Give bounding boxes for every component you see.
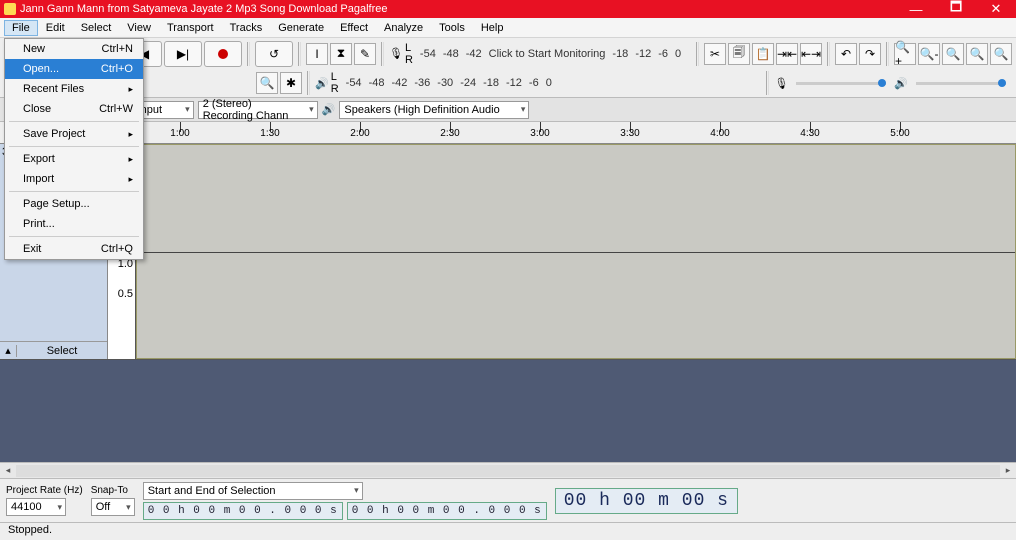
audio-position-time[interactable]: 00 h 00 m 00 s	[555, 488, 738, 514]
record-button[interactable]	[204, 41, 242, 67]
selection-tool[interactable]: I	[306, 43, 328, 65]
skip-end-button[interactable]: ▶|	[164, 41, 202, 67]
menu-tracks[interactable]: Tracks	[222, 20, 271, 36]
file-menu-open-[interactable]: Open...Ctrl+O	[5, 59, 143, 79]
menu-bar: FileEditSelectViewTransportTracksGenerat…	[0, 18, 1016, 38]
rec-vol-icon: 🎙	[774, 77, 788, 90]
trim-button[interactable]: ⇥⇤	[776, 43, 798, 65]
file-menu-new[interactable]: NewCtrl+N	[5, 39, 143, 59]
fit-project-button[interactable]: 🔍	[966, 43, 988, 65]
status-bar: Stopped.	[0, 522, 1016, 540]
h-scrollbar[interactable]: ◂▸	[0, 462, 1016, 478]
record-meter[interactable]: -54-48-42Click to Start Monitoring-18-12…	[417, 48, 691, 60]
project-rate-label: Project Rate (Hz)	[6, 485, 83, 496]
track-area: 32-bit float ▴ Select 1.00.50.0-0.5-1.01…	[0, 144, 1016, 360]
menu-tools[interactable]: Tools	[431, 20, 473, 36]
loop-button[interactable]: ↺	[255, 41, 293, 67]
speaker-icon: 🔊	[315, 77, 329, 90]
menu-analyze[interactable]: Analyze	[376, 20, 431, 36]
record-volume-slider[interactable]	[796, 82, 886, 85]
menu-effect[interactable]: Effect	[332, 20, 376, 36]
copy-button[interactable]: 🗐	[728, 43, 750, 65]
cut-button[interactable]: ✂	[704, 43, 726, 65]
maximize-button[interactable]: 🗖	[936, 0, 976, 18]
selection-bar: Project Rate (Hz) 44100 Snap-To Off Star…	[0, 478, 1016, 522]
app-icon	[4, 3, 16, 15]
record-channels-select[interactable]: 2 (Stereo) Recording Chann	[198, 101, 318, 119]
file-menu-close[interactable]: CloseCtrl+W	[5, 99, 143, 119]
play-device-icon: 🔊	[322, 103, 336, 116]
window-controls: — 🗖 ✕	[896, 0, 1016, 18]
fit-selection-button[interactable]: 🔍	[942, 43, 964, 65]
playback-volume-slider[interactable]	[916, 82, 1006, 85]
device-bar: 🔊 osoft Sound Mapper - Input 2 (Stereo) …	[0, 98, 1016, 122]
menu-view[interactable]: View	[119, 20, 159, 36]
timeline-ruler[interactable]: 301:001:302:002:303:003:304:004:305:00	[0, 122, 1016, 144]
selection-start-time[interactable]: 0 0 h 0 0 m 0 0 . 0 0 0 s	[143, 502, 343, 520]
undo-button[interactable]: ↶	[835, 43, 857, 65]
file-menu-dropdown: NewCtrl+NOpen...Ctrl+ORecent FilesCloseC…	[4, 38, 144, 260]
play-meter[interactable]: -54-48-42-36-30-24-18-12-60	[343, 77, 762, 89]
menu-select[interactable]: Select	[73, 20, 120, 36]
menu-help[interactable]: Help	[473, 20, 512, 36]
multi-tool[interactable]: ✱	[280, 72, 302, 94]
empty-track-area	[0, 360, 1016, 462]
mic-icon: 🎙	[389, 47, 403, 60]
file-menu-print-[interactable]: Print...	[5, 214, 143, 234]
snap-to-select[interactable]: Off	[91, 498, 135, 516]
zoom-tool[interactable]: 🔍	[256, 72, 278, 94]
file-menu-export[interactable]: Export	[5, 149, 143, 169]
menu-transport[interactable]: Transport	[159, 20, 222, 36]
zoom-toggle-button[interactable]: 🔍	[990, 43, 1012, 65]
silence-button[interactable]: ⇤⇥	[800, 43, 822, 65]
play-device-select[interactable]: Speakers (High Definition Audio	[339, 101, 529, 119]
file-menu-import[interactable]: Import	[5, 169, 143, 189]
toolbar-area: ❚❚ ▶ ■ |◀ ▶| ↺ I ⧗ ✎ 🎙 LR -54-48-42Click…	[0, 38, 1016, 98]
menu-file[interactable]: File	[4, 20, 38, 36]
selection-mode-select[interactable]: Start and End of Selection	[143, 482, 363, 500]
snap-to-label: Snap-To	[91, 485, 135, 496]
paste-button[interactable]: 📋	[752, 43, 774, 65]
title-bar: Jann Gann Mann from Satyameva Jayate 2 M…	[0, 0, 1016, 18]
track-collapse-button[interactable]: ▴	[0, 344, 16, 357]
file-menu-recent-files[interactable]: Recent Files	[5, 79, 143, 99]
envelope-tool[interactable]: ⧗	[330, 43, 352, 65]
file-menu-save-project[interactable]: Save Project	[5, 124, 143, 144]
file-menu-exit[interactable]: ExitCtrl+Q	[5, 239, 143, 259]
project-rate-select[interactable]: 44100	[6, 498, 66, 516]
close-button[interactable]: ✕	[976, 0, 1016, 18]
selection-end-time[interactable]: 0 0 h 0 0 m 0 0 . 0 0 0 s	[347, 502, 547, 520]
draw-tool[interactable]: ✎	[354, 43, 376, 65]
zoom-in-button[interactable]: 🔍+	[894, 43, 916, 65]
window-title: Jann Gann Mann from Satyameva Jayate 2 M…	[20, 3, 388, 15]
menu-edit[interactable]: Edit	[38, 20, 73, 36]
play-vol-icon: 🔊	[894, 77, 908, 90]
redo-button[interactable]: ↷	[859, 43, 881, 65]
file-menu-page-setup-[interactable]: Page Setup...	[5, 194, 143, 214]
zoom-out-button[interactable]: 🔍-	[918, 43, 940, 65]
minimize-button[interactable]: —	[896, 0, 936, 18]
track-select-button[interactable]: Select	[16, 345, 107, 357]
menu-generate[interactable]: Generate	[270, 20, 332, 36]
waveform-canvas[interactable]	[136, 144, 1016, 359]
